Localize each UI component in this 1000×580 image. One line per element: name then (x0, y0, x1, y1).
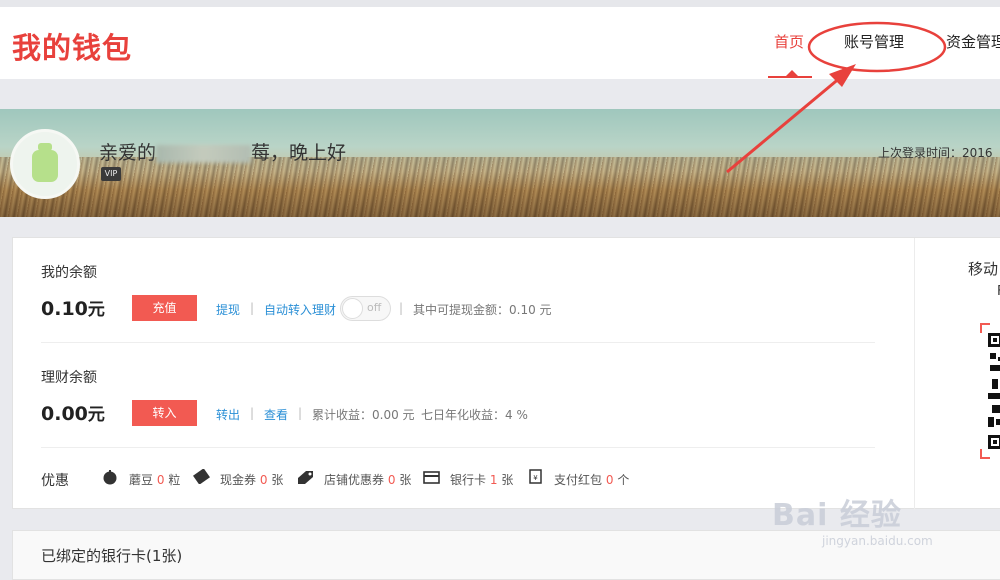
balance-label: 我的余额 (41, 265, 97, 281)
wheat-field-background (0, 157, 1000, 217)
perk-count: 0 (259, 473, 268, 487)
perk-name: 店铺优惠券 (324, 473, 385, 487)
perk-count: 0 (156, 473, 165, 487)
bottle-icon (32, 150, 58, 182)
separator: | (399, 301, 404, 315)
top-strip (0, 0, 1000, 7)
vip-badge: VIP (101, 167, 121, 181)
perk-red-packet[interactable]: 支付红包 0 个 (554, 471, 629, 488)
finance-value: 0.00 (41, 403, 88, 425)
perk-unit: 张 (501, 473, 514, 487)
perk-cash-coupon[interactable]: 现金券 0 张 (220, 471, 283, 488)
perk-name: 银行卡 (450, 473, 487, 487)
tag-icon (298, 471, 313, 484)
toggle-knob (342, 298, 363, 319)
bound-bank-cards-title: 已绑定的银行卡(1张) (41, 547, 183, 565)
perk-bank-card[interactable]: 银行卡 1 张 (450, 471, 513, 488)
toggle-state: off (367, 301, 382, 314)
perk-unit: 粒 (168, 473, 181, 487)
auto-transfer-link[interactable]: 自动转入理财 (264, 301, 336, 318)
balance-amount: 0.10元 (41, 295, 105, 320)
recharge-button[interactable]: 充值 (132, 295, 197, 321)
divider (41, 342, 875, 343)
header: 我的钱包 首页 账号管理 资金管理 (0, 7, 1000, 79)
baidu-watermark-url: jingyan.baidu.com (822, 534, 933, 548)
view-link[interactable]: 查看 (264, 406, 288, 423)
nav-fund-management[interactable]: 资金管理 (946, 31, 1000, 79)
finance-label: 理财余额 (41, 370, 97, 386)
nav-home-label: 首页 (774, 33, 805, 51)
transfer-in-button[interactable]: 转入 (132, 400, 197, 426)
profile-banner: 亲爱的 莓，晚上好 VIP 上次登录时间：2016 (0, 109, 1000, 217)
last-login-time: 上次登录时间：2016 (878, 146, 993, 160)
balance-unit: 元 (87, 300, 105, 320)
withdraw-link[interactable]: 提现 (216, 301, 240, 318)
separator: | (298, 406, 303, 420)
seven-day-yield: 七日年化收益：4 % (421, 408, 528, 422)
nav-home[interactable]: 首页 (768, 31, 812, 79)
separator: | (250, 406, 255, 420)
logo[interactable]: 我的钱包 (12, 25, 132, 67)
avatar[interactable] (10, 129, 80, 199)
greeting: 亲爱的 莓，晚上好 (99, 138, 346, 165)
divider (41, 447, 875, 448)
auto-transfer-toggle[interactable]: off (340, 296, 391, 321)
qr-code[interactable] (980, 323, 1000, 459)
svg-text:¥: ¥ (533, 474, 538, 482)
nav-account-label: 账号管理 (844, 33, 905, 51)
nav-active-underline (768, 76, 812, 78)
envelope-icon: ¥ (529, 469, 542, 484)
baidu-watermark: Bai 经验 (772, 498, 902, 533)
vertical-divider (914, 238, 915, 510)
perk-count: 1 (489, 473, 498, 487)
withdrawable-amount: 其中可提现金额：0.10 元 (413, 303, 552, 317)
transfer-out-link[interactable]: 转出 (216, 406, 240, 423)
perks-label: 优惠 (41, 473, 69, 489)
nav-fund-label: 资金管理 (946, 33, 1000, 51)
perk-unit: 张 (271, 473, 284, 487)
perk-name: 现金券 (220, 473, 257, 487)
cumulative-earnings: 累计收益：0.00 元 (312, 408, 415, 422)
perk-shop-coupon[interactable]: 店铺优惠券 0 张 (324, 471, 411, 488)
card-icon (423, 471, 440, 484)
separator: | (250, 301, 255, 315)
wallet-summary-card: 我的余额 0.10元 充值 提现 | 自动转入理财 off | 其中可提现金额：… (12, 237, 1000, 510)
perk-count: 0 (605, 473, 614, 487)
nav-account-management[interactable]: 账号管理 (844, 31, 904, 79)
perk-count: 0 (387, 473, 396, 487)
perk-unit: 张 (399, 473, 412, 487)
finance-unit: 元 (87, 405, 105, 425)
finance-amount: 0.00元 (41, 400, 105, 425)
perk-name: 支付红包 (554, 473, 603, 487)
perk-bean[interactable]: 蘑豆 0 粒 (129, 471, 180, 488)
username-blurred (156, 144, 252, 163)
balance-value: 0.10 (41, 298, 88, 320)
ticket-icon (193, 469, 210, 484)
bean-icon (103, 470, 117, 485)
greeting-prefix: 亲爱的 (99, 142, 157, 164)
greeting-suffix: 莓，晚上好 (251, 142, 347, 164)
mobile-app-title: 移动 (968, 260, 999, 278)
perk-name: 蘑豆 (129, 473, 154, 487)
perk-unit: 个 (617, 473, 630, 487)
